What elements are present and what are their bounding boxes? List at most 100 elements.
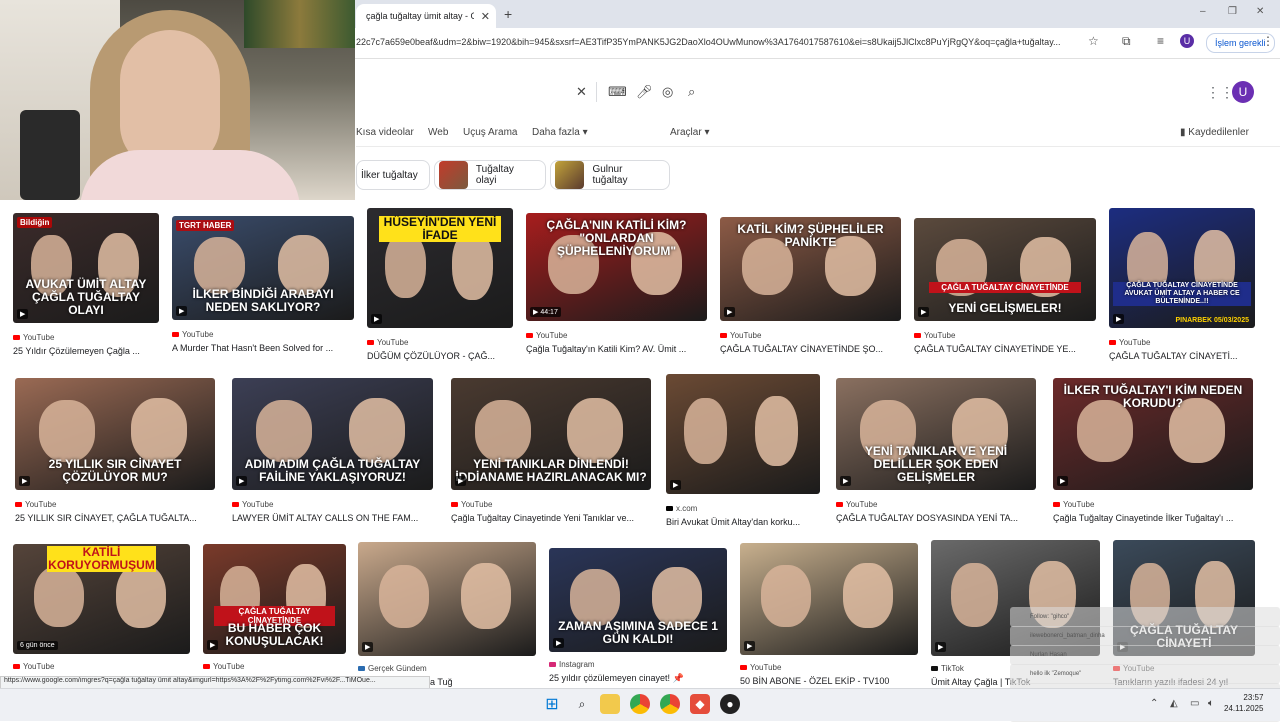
tab-close-icon[interactable]: ✕ [481, 10, 490, 23]
result-title[interactable]: ÇAĞLA TUĞALTAY DOSYASINDA YENİ TA... [836, 513, 1036, 523]
tab-more[interactable]: Daha fazla ▾ [532, 127, 588, 138]
close-window-icon[interactable]: ✕ [1256, 6, 1264, 17]
result-title[interactable]: ÇAĞLA TUĞALTAY CİNAYETİNDE YE... [914, 344, 1096, 354]
result-title[interactable]: LAWYER ÜMİT ALTAY CALLS ON THE FAM... [232, 513, 433, 523]
image-result[interactable]: ZAMAN AŞIMINA SADECE 1 GÜN KALDI! ▶ Instag… [549, 548, 727, 684]
tab-web[interactable]: Web [428, 127, 448, 138]
result-thumbnail[interactable]: ÇAĞLA TUĞALTAY CİNAYETİNDE YENİ GELİŞMELE… [914, 218, 1096, 321]
result-thumbnail[interactable]: ▶ [358, 542, 536, 656]
result-thumbnail[interactable]: ZAMAN AŞIMINA SADECE 1 GÜN KALDI! ▶ [549, 548, 727, 652]
result-title[interactable]: 25 YILLIK SIR CİNAYET, ÇAĞLA TUĞALTA... [15, 513, 215, 523]
app-icon[interactable]: ◆ [690, 694, 710, 714]
menu-icon[interactable]: ⋮ [1262, 34, 1274, 48]
image-result[interactable]: ▶ YouTube 50 BİN ABONE - ÖZEL EKİP - TV100 [740, 543, 918, 686]
result-title[interactable]: Çağla Tuğaltay Cinayetinde Yeni Tanıklar… [451, 513, 651, 523]
browser-tab[interactable]: çağla tuğaltay ümit altay - Goo ✕ [356, 4, 496, 28]
display-icon[interactable]: ▭ [1190, 698, 1199, 709]
result-title[interactable]: Çağla Tuğaltay'ın Katili Kim? AV. Ümit .… [526, 344, 707, 354]
image-result[interactable]: ÇAĞLA TUĞALTAY CİNAYETİNDE YENİ GELİŞMELE… [914, 218, 1096, 354]
chrome-profile-icon[interactable] [660, 694, 680, 714]
clear-search-icon[interactable]: ✕ [576, 84, 587, 100]
result-thumbnail[interactable]: TGRT HABER İLKER BİNDİĞİ ARABAYI NEDEN SA… [172, 216, 354, 320]
image-result[interactable]: ÇAĞLA'NIN KATİLİ KİM? "ONLARDAN ŞÜPHELEN… [526, 213, 707, 354]
image-result[interactable]: 25 YILLIK SIR CİNAYET ÇÖZÜLÜYOR MU? ▶ YouT… [15, 378, 215, 523]
account-avatar[interactable]: U [1232, 81, 1254, 103]
restore-icon[interactable]: ❐ [1228, 6, 1237, 17]
keyboard-icon[interactable]: ⌨ [608, 84, 627, 100]
result-title[interactable]: 50 BİN ABONE - ÖZEL EKİP - TV100 [740, 676, 918, 686]
result-title[interactable]: 25 yıldır çözülemeyen cinayet! 📌 [549, 673, 727, 684]
result-thumbnail[interactable]: KATİL KİM? ŞÜPHELİLER PANİKTE ▶ [720, 217, 901, 321]
image-result[interactable]: ADIM ADIM ÇAĞLA TUĞALTAY FAİLİNE YAKLAŞI… [232, 378, 433, 523]
play-icon: ▶ [553, 638, 565, 648]
chevron-up-icon[interactable]: ⌃ [1150, 698, 1158, 709]
image-result[interactable]: YENİ TANIKLAR DİNLENDİ! İDDİANAME HAZIRL… [451, 378, 651, 523]
tools-button[interactable]: Araçlar ▾ [670, 127, 710, 138]
result-title[interactable]: ÇAĞLA TUĞALTAY CİNAYETİ... [1109, 351, 1255, 361]
result-title[interactable]: DÜĞÜM ÇÖZÜLÜYOR - ÇAĞ... [367, 351, 513, 361]
result-title[interactable]: Biri Avukat Ümit Altay'dan korku... [666, 517, 820, 527]
tab-short-videos[interactable]: Kısa videolar [356, 127, 414, 138]
image-result[interactable]: ÇAĞLA TUĞALTAY CİNAYETİNDE BU HABER ÇOK K… [203, 544, 346, 671]
result-thumbnail[interactable]: 25 YILLIK SIR CİNAYET ÇÖZÜLÜYOR MU? ▶ [15, 378, 215, 490]
source-favicon-icon [367, 340, 374, 346]
address-bar[interactable]: 22c7c7a659e0beaf&udm=2&biw=1920&bih=945&… [356, 37, 1061, 47]
result-thumbnail[interactable]: Bildiğin AVUKAT ÜMİT ALTAY ÇAĞLA TUĞALTAY… [13, 213, 159, 323]
minimize-icon[interactable]: – [1200, 6, 1206, 17]
chip-tugaltay-olayi[interactable]: Tuğaltay olayi [434, 160, 546, 190]
new-tab-button[interactable]: + [504, 6, 512, 22]
image-result[interactable]: KATİL KİM? ŞÜPHELİLER PANİKTE ▶ YouTube ÇAĞ… [720, 217, 901, 354]
play-icon: ▶ [362, 642, 374, 652]
obs-icon[interactable]: ● [720, 694, 740, 714]
search-input[interactable] [356, 74, 712, 112]
image-result[interactable]: TGRT HABER İLKER BİNDİĞİ ARABAYI NEDEN SA… [172, 216, 354, 353]
person-photo [755, 396, 798, 466]
star-icon[interactable]: ☆ [1088, 34, 1099, 48]
saved-button[interactable]: ▮ Kaydedilenler [1180, 127, 1249, 138]
result-thumbnail[interactable]: HÜSEYİN'DEN YENİ İFADE ▶ [367, 208, 513, 328]
media-icon[interactable]: ≡ [1157, 34, 1164, 48]
chip-ilker-tugaltay[interactable]: İlker tuğaltay [356, 160, 430, 190]
profile-avatar[interactable]: U [1180, 34, 1194, 48]
mic-icon[interactable]: 🎤︎ [636, 84, 653, 100]
play-icon: ▶ [236, 476, 248, 486]
image-result[interactable]: YENİ TANIKLAR VE YENİ DELİLLER ŞOK EDEN … [836, 378, 1036, 523]
result-thumbnail[interactable]: YENİ TANIKLAR VE YENİ DELİLLER ŞOK EDEN … [836, 378, 1036, 490]
result-title[interactable]: ÇAĞLA TUĞALTAY CİNAYETİNDE ŞO... [720, 344, 901, 354]
result-thumbnail[interactable]: ÇAĞLA'NIN KATİLİ KİM? "ONLARDAN ŞÜPHELEN… [526, 213, 707, 321]
image-result[interactable]: ▶Gerçek Gündem...ıncı Perde: Çağla Tuğ [358, 542, 536, 687]
tab-flights[interactable]: Uçuş Arama [463, 127, 517, 138]
image-result[interactable]: HÜSEYİN'DEN YENİ İFADE ▶ YouTube DÜĞÜM ÇÖZÜ… [367, 208, 513, 361]
image-result[interactable]: İLKER TUĞALTAY'I KİM NEDEN KORUDU? ▶ YouTu… [1053, 378, 1253, 523]
search-icon[interactable]: ⌕ [688, 84, 695, 100]
result-title[interactable]: A Murder That Hasn't Been Solved for ... [172, 343, 354, 353]
result-thumbnail[interactable]: YENİ TANIKLAR DİNLENDİ! İDDİANAME HAZIRL… [451, 378, 651, 490]
result-title[interactable]: Çağla Tuğaltay Cinayetinde İlker Tuğalta… [1053, 513, 1253, 523]
volume-icon[interactable]: 🔈︎ [1208, 698, 1214, 709]
image-result[interactable]: KATİLİ KORUYORMUŞUM 6 gün önce YouTube [13, 544, 190, 671]
person-photo [379, 565, 429, 628]
result-thumbnail[interactable]: İLKER TUĞALTAY'I KİM NEDEN KORUDU? ▶ [1053, 378, 1253, 490]
result-thumbnail[interactable]: ▶ [740, 543, 918, 655]
image-result[interactable]: ▶ x.com Biri Avukat Ümit Altay'dan korku..… [666, 374, 820, 527]
folder-icon[interactable] [600, 694, 620, 714]
source-favicon-icon [1109, 340, 1116, 346]
search-icon[interactable]: ⌕ [572, 694, 592, 714]
result-thumbnail[interactable]: ÇAĞLA TUĞALTAY CİNAYETİNDE BU HABER ÇOK K… [203, 544, 346, 654]
windows-icon[interactable]: ⊞ [542, 694, 562, 714]
chip-gulnur-tugaltay[interactable]: Gulnur tuğaltay [550, 160, 670, 190]
result-thumbnail[interactable]: ▶ [666, 374, 820, 494]
lens-icon[interactable]: ◎ [662, 84, 673, 100]
extensions-icon[interactable]: ⧉ [1122, 34, 1131, 49]
source-favicon-icon [15, 502, 22, 508]
source-favicon-icon [232, 502, 239, 508]
network-icon[interactable]: ◭ [1170, 698, 1178, 709]
chrome-icon[interactable] [630, 694, 650, 714]
result-thumbnail[interactable]: KATİLİ KORUYORMUŞUM 6 gün önce [13, 544, 190, 654]
result-thumbnail[interactable]: ADIM ADIM ÇAĞLA TUĞALTAY FAİLİNE YAKLAŞI… [232, 378, 433, 490]
clock[interactable]: 23:57 24.11.2025 [1224, 692, 1263, 714]
image-result[interactable]: ÇAĞLA TUĞALTAY CİNAYETİNDE AVUKAT ÜMİT A… [1109, 208, 1255, 361]
result-thumbnail[interactable]: ÇAĞLA TUĞALTAY CİNAYETİNDE AVUKAT ÜMİT A… [1109, 208, 1255, 328]
image-result[interactable]: Bildiğin AVUKAT ÜMİT ALTAY ÇAĞLA TUĞALTAY… [13, 213, 159, 356]
result-title[interactable]: 25 Yıldır Çözülemeyen Çağla ... [13, 346, 159, 356]
